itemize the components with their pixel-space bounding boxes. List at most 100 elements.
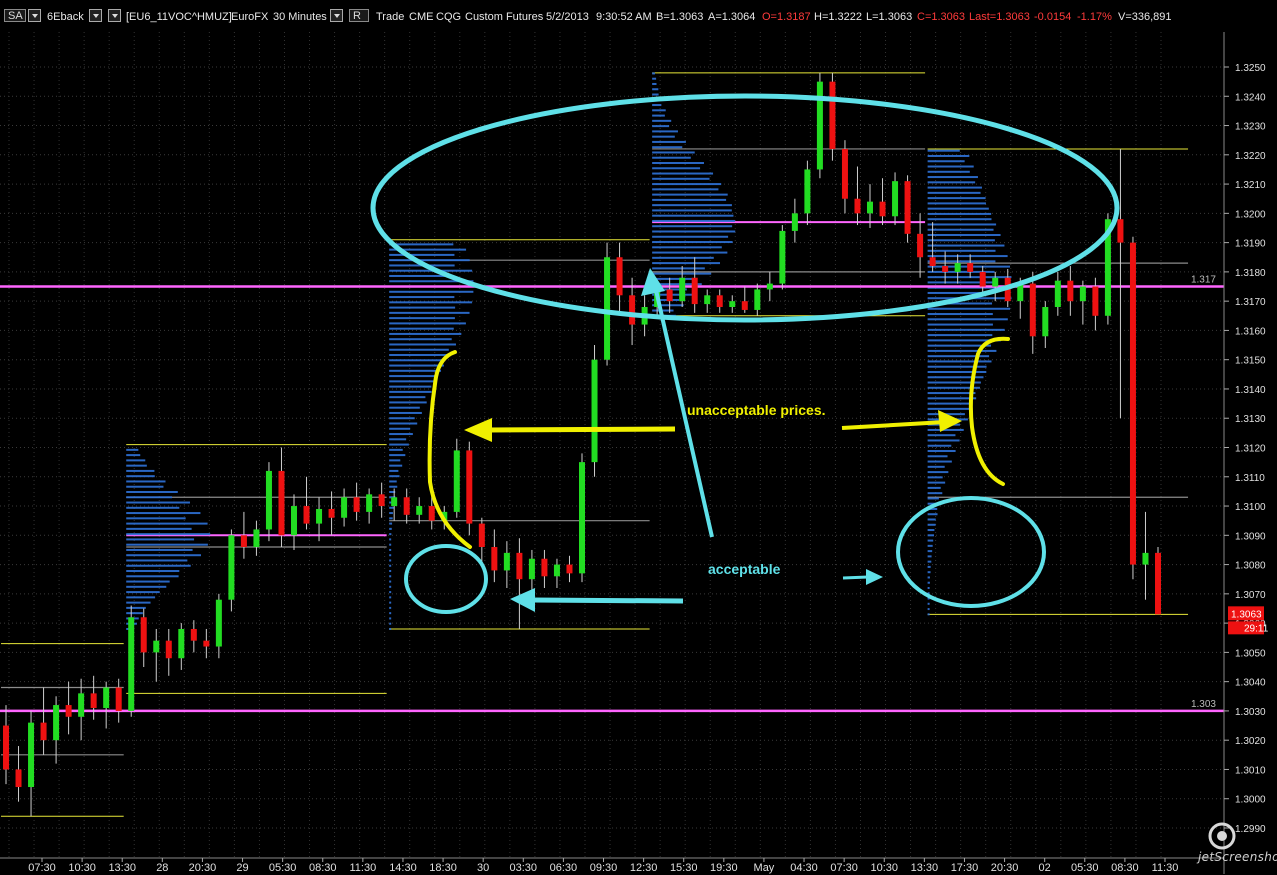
profile-bar — [927, 313, 993, 316]
price-tick-label: 1.3020 — [1235, 736, 1266, 747]
candle — [503, 541, 510, 588]
price-tick-label: 1.3140 — [1235, 385, 1266, 396]
profile-bar — [389, 369, 442, 372]
arrow-yellow-left — [487, 426, 676, 433]
profile-bar — [927, 239, 995, 242]
candle — [53, 696, 60, 764]
candle — [892, 172, 899, 226]
candle-body — [679, 277, 686, 302]
candle — [541, 549, 548, 588]
profile-bar — [389, 343, 456, 346]
trade-button[interactable]: Trade — [376, 10, 404, 24]
profile-bar — [927, 450, 956, 453]
workspace-dropdown-icon[interactable] — [28, 9, 41, 22]
profile-bar — [927, 486, 941, 489]
candle-body — [316, 508, 323, 524]
candle — [391, 488, 398, 521]
profile-bar — [652, 88, 659, 91]
candle-body — [378, 494, 385, 507]
candle-body — [704, 295, 711, 305]
time-tick-label: 07:30 — [830, 862, 858, 874]
chart-name-dropdown-icon[interactable] — [89, 9, 102, 22]
profile-bar — [927, 176, 978, 179]
profile-bar — [389, 559, 392, 562]
profile-bar — [927, 228, 994, 231]
time-tick-label: 08:30 — [1111, 862, 1139, 874]
profile-bar — [927, 476, 943, 479]
candle — [366, 488, 373, 524]
profile-bar — [389, 306, 456, 309]
interval-dropdown-icon[interactable] — [330, 9, 343, 22]
profile-bar — [389, 338, 452, 341]
candle-body — [541, 558, 548, 577]
profile-bar — [389, 243, 454, 246]
profile-bar — [389, 606, 392, 609]
profile-bar — [927, 428, 964, 431]
candle-body — [78, 693, 85, 717]
candle-body — [528, 558, 535, 580]
profile-bar — [126, 469, 155, 472]
candle-body — [416, 506, 423, 515]
time-tick-label: 02 — [1039, 862, 1051, 874]
candle-body — [103, 687, 110, 708]
annotation-unacceptable: unacceptable prices. — [687, 402, 826, 418]
candle-body — [1117, 219, 1124, 243]
profile-bar — [389, 290, 474, 293]
profile-bar — [652, 125, 670, 128]
profile-bar — [389, 522, 393, 525]
profile-bar — [126, 548, 193, 551]
candle — [3, 705, 9, 785]
candle-body — [516, 552, 523, 580]
profile-bar — [652, 267, 705, 270]
candle-body — [128, 617, 135, 711]
profile-bar — [126, 517, 186, 520]
candle — [829, 72, 836, 161]
candle — [1142, 511, 1149, 600]
time-tick-label: 14:30 — [389, 862, 417, 874]
candle — [65, 681, 72, 735]
candle — [378, 482, 385, 518]
profile-bar — [389, 485, 398, 488]
interval-label[interactable]: 30 Minutes — [273, 10, 327, 24]
profile-bar — [389, 627, 392, 630]
candle — [466, 441, 473, 536]
profile-bar — [927, 249, 996, 252]
profile-bar — [389, 612, 392, 615]
candle — [979, 266, 986, 296]
profile-bar — [126, 580, 170, 583]
candle — [1067, 266, 1074, 316]
candle — [716, 289, 723, 313]
profile-bar — [126, 564, 191, 567]
profile-bar — [927, 218, 992, 221]
time-tick-label: 30 — [477, 862, 489, 874]
profile-bar — [389, 533, 392, 536]
profile-bar — [927, 260, 996, 263]
profile-bar — [389, 480, 397, 483]
candle — [403, 488, 410, 524]
profile-bar — [126, 448, 139, 451]
candle-body — [215, 599, 222, 647]
profile-bar — [652, 135, 675, 138]
profile-bar — [389, 596, 392, 599]
annotation-acceptable: acceptable — [708, 561, 781, 577]
profile-bar — [927, 608, 930, 611]
profile-bar — [389, 548, 392, 551]
ask-label: A=1.3064 — [708, 11, 756, 23]
profile-bar — [927, 191, 981, 194]
time-tick-label: 10:30 — [68, 862, 96, 874]
profile-bar — [927, 444, 952, 447]
candle-body — [579, 462, 585, 574]
profile-bar — [389, 622, 392, 625]
profile-bar — [927, 212, 992, 215]
profile-bar — [389, 401, 427, 404]
candlestick-chart[interactable]: 1.317 1.303 unacceptable prices. acceptabl… — [0, 32, 1277, 874]
r-button[interactable]: R — [349, 9, 369, 22]
candle-body — [629, 295, 636, 325]
profile-bar — [126, 591, 160, 594]
profile-bar — [927, 576, 930, 579]
profile-bar — [927, 465, 945, 468]
workspace-selector[interactable]: SA — [4, 9, 26, 22]
symbol-dropdown-icon[interactable] — [108, 9, 121, 22]
candle-body — [1079, 286, 1086, 302]
symbol-label[interactable]: [EU6_11VOC^HMUZ] — [126, 10, 232, 24]
